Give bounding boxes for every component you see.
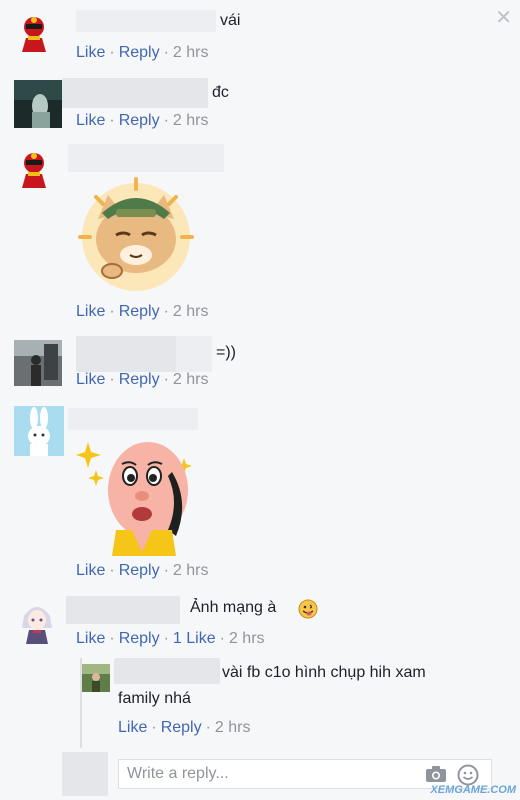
- like-link[interactable]: Like: [76, 371, 105, 388]
- comment-actions: Like · Reply · 2 hrs: [76, 303, 209, 320]
- reply-link[interactable]: Reply: [161, 719, 202, 736]
- avatar[interactable]: [14, 340, 62, 386]
- reply-link[interactable]: Reply: [119, 44, 160, 61]
- comment-text: đc: [212, 84, 229, 101]
- comment-text: Ảnh mạng à: [190, 599, 277, 616]
- commenter-name-redacted: [66, 596, 180, 624]
- timestamp[interactable]: 2 hrs: [173, 562, 209, 579]
- comment-text: =)): [216, 344, 236, 361]
- comment-actions: Like · Reply · 2 hrs: [76, 562, 209, 579]
- reply-text-line-1: vài fb c1o hình chụp hih xam: [222, 664, 426, 681]
- like-link[interactable]: Like: [76, 630, 105, 647]
- reply-link[interactable]: Reply: [119, 112, 160, 129]
- reply-link[interactable]: Reply: [119, 562, 160, 579]
- avatar[interactable]: [14, 12, 54, 52]
- close-icon[interactable]: ✕: [495, 8, 512, 28]
- like-link[interactable]: Like: [76, 112, 105, 129]
- timestamp[interactable]: 2 hrs: [173, 371, 209, 388]
- avatar[interactable]: [14, 406, 64, 456]
- comment-actions: Like · Reply · 2 hrs: [76, 371, 209, 388]
- timestamp[interactable]: 2 hrs: [215, 719, 251, 736]
- avatar[interactable]: [14, 148, 54, 188]
- commenter-name-redacted: [76, 10, 216, 32]
- like-link[interactable]: Like: [76, 303, 105, 320]
- reply-input[interactable]: [127, 764, 407, 784]
- sticker-icon[interactable]: [457, 764, 479, 786]
- commenter-name-redacted: [114, 658, 220, 684]
- camera-icon[interactable]: [425, 765, 447, 783]
- commenter-name-redacted: [176, 336, 212, 372]
- commenter-name-redacted: [62, 78, 208, 108]
- like-link[interactable]: Like: [76, 562, 105, 579]
- teemo-sticker[interactable]: [76, 175, 196, 295]
- watermark-logo: XEMGAME.COM: [430, 784, 516, 796]
- avatar[interactable]: [82, 664, 110, 692]
- avatar[interactable]: [14, 80, 62, 128]
- comment-text: vái: [220, 12, 241, 29]
- commenter-name-redacted: [68, 144, 224, 172]
- bald-man-sticker[interactable]: [76, 432, 200, 556]
- timestamp[interactable]: 2 hrs: [173, 303, 209, 320]
- reply-actions: Like · Reply · 2 hrs: [118, 719, 251, 736]
- avatar[interactable]: [14, 598, 60, 644]
- commenter-name-redacted: [68, 408, 198, 430]
- timestamp[interactable]: 2 hrs: [173, 44, 209, 61]
- current-user-avatar-redacted: [62, 752, 108, 796]
- like-count-link[interactable]: 1 Like: [173, 630, 216, 647]
- emoticon-tongue-icon: [298, 599, 318, 619]
- timestamp[interactable]: 2 hrs: [173, 112, 209, 129]
- timestamp[interactable]: 2 hrs: [229, 630, 265, 647]
- reply-link[interactable]: Reply: [119, 371, 160, 388]
- comment-actions: Like · Reply · 1 Like · 2 hrs: [76, 630, 265, 647]
- like-link[interactable]: Like: [76, 44, 105, 61]
- like-link[interactable]: Like: [118, 719, 147, 736]
- reply-link[interactable]: Reply: [119, 303, 160, 320]
- reply-text-line-2: family nhá: [118, 690, 191, 707]
- comment-actions: Like · Reply · 2 hrs: [76, 44, 209, 61]
- comment-actions: Like · Reply · 2 hrs: [76, 112, 209, 129]
- reply-link[interactable]: Reply: [119, 630, 160, 647]
